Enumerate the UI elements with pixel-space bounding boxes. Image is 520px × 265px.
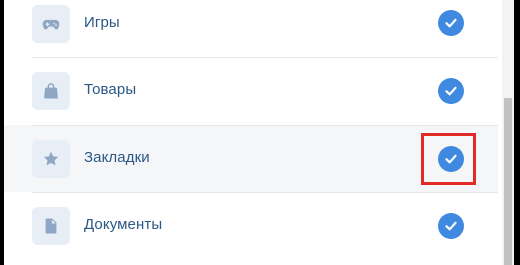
documents-checkbox[interactable] [438,213,464,239]
list-item-label: Закладки [84,149,150,166]
list-item-label: Документы [84,216,163,233]
checkmark-icon [445,221,457,231]
list-item-goods[interactable]: Товары [4,57,498,124]
star-icon [43,151,59,166]
list-item-documents[interactable]: Документы [4,192,498,259]
goods-icon-box [32,72,70,110]
checkmark-icon [445,154,457,164]
list-item-label: Игры [84,14,120,31]
bookmarks-icon-box [32,140,70,178]
goods-checkbox[interactable] [438,78,464,104]
scrollbar[interactable] [502,0,514,265]
games-checkbox[interactable] [438,10,464,36]
checkmark-icon [445,18,457,28]
scrollbar-thumb[interactable] [504,98,512,265]
games-icon-box [32,5,70,43]
divider [32,125,498,126]
checkmark-icon [445,86,457,96]
list-item-bookmarks[interactable]: Закладки [4,125,498,192]
divider [32,57,498,58]
settings-panel: Игры Товары Закладки Документы [4,0,514,265]
list-item-label: Товары [84,81,137,98]
list-item-games[interactable]: Игры [4,0,498,57]
documents-icon-box [32,207,70,245]
shopping-bag-icon [44,83,58,99]
gamepad-icon [42,19,60,30]
bookmarks-checkbox[interactable] [438,146,464,172]
divider [32,192,498,193]
document-icon [45,218,57,234]
